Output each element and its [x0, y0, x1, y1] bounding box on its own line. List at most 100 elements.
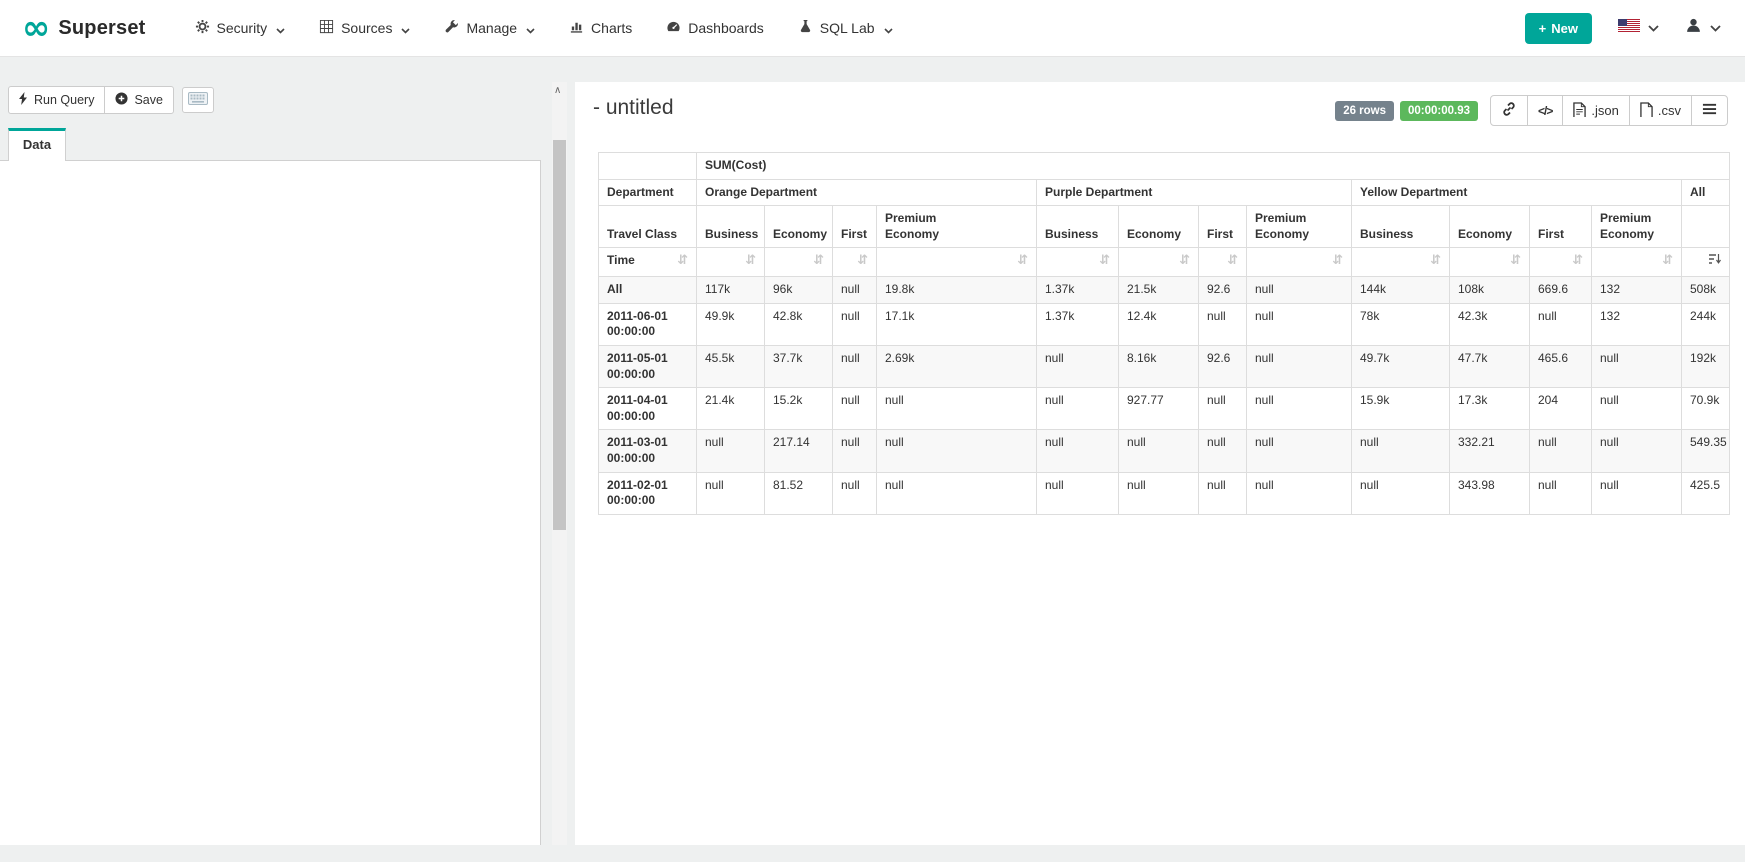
- data-cell: 1.37k: [1037, 303, 1119, 345]
- sort-icon[interactable]: ⇵: [677, 253, 688, 268]
- query-duration-badge: 00:00:00.93: [1400, 101, 1478, 121]
- sort-cell: ⇵: [1530, 248, 1592, 277]
- sort-icon[interactable]: ⇵: [1510, 253, 1521, 268]
- data-cell: null: [1199, 303, 1247, 345]
- nav-item-security[interactable]: Security: [178, 0, 303, 57]
- export-button-group: </> .json .csv: [1490, 95, 1728, 126]
- sort-icon[interactable]: ⇵: [1227, 253, 1238, 268]
- header-cell: PremiumEconomy: [1247, 206, 1352, 248]
- data-cell: null: [1037, 472, 1119, 514]
- data-cell: null: [1352, 430, 1450, 472]
- nav-item-sources[interactable]: Sources: [302, 0, 427, 57]
- navbar: ∞ Superset Security Sources Manage Chart…: [0, 0, 1745, 57]
- tab-data[interactable]: Data: [8, 128, 66, 161]
- json-file-icon: [1573, 102, 1586, 120]
- share-link-button[interactable]: [1490, 95, 1528, 126]
- sort-icon[interactable]: ⇵: [1332, 253, 1343, 268]
- export-csv-button[interactable]: .csv: [1629, 95, 1692, 126]
- data-cell: 70.9k: [1682, 388, 1730, 430]
- scrollbar-thumb[interactable]: [553, 140, 566, 530]
- control-panel: [0, 160, 541, 845]
- sort-cell: ⇵: [697, 248, 765, 277]
- sort-icon[interactable]: ⇵: [813, 253, 824, 268]
- data-cell: null: [1119, 472, 1199, 514]
- superset-logo[interactable]: ∞ Superset: [22, 14, 146, 42]
- header-cell: Travel Class: [599, 206, 697, 248]
- save-button[interactable]: Save: [104, 86, 174, 114]
- data-cell: 21.5k: [1119, 277, 1199, 304]
- chevron-down-icon: [1710, 19, 1721, 37]
- chart-title[interactable]: - untitled: [593, 96, 674, 120]
- user-menu[interactable]: [1685, 17, 1721, 39]
- data-cell: null: [1352, 472, 1450, 514]
- sort-icon[interactable]: ⇵: [745, 253, 756, 268]
- brand-name: Superset: [58, 17, 145, 40]
- header-cell: First: [1530, 206, 1592, 248]
- sort-cell: [1682, 248, 1730, 277]
- data-cell: null: [1592, 430, 1682, 472]
- data-cell: 1.37k: [1037, 277, 1119, 304]
- data-cell: 508k: [1682, 277, 1730, 304]
- nav-item-manage[interactable]: Manage: [427, 0, 552, 57]
- nav-item-dashboards[interactable]: Dashboards: [649, 0, 781, 57]
- data-cell: null: [833, 277, 877, 304]
- sort-amount-desc-icon[interactable]: [1708, 254, 1721, 269]
- sort-icon[interactable]: ⇵: [1662, 253, 1673, 268]
- csv-file-icon: [1640, 102, 1653, 120]
- wrench-icon: [444, 19, 459, 37]
- data-cell: null: [1592, 346, 1682, 388]
- corner-cell: [599, 153, 697, 180]
- nav-label: Manage: [466, 20, 517, 36]
- data-cell: null: [877, 430, 1037, 472]
- data-cell: 81.52: [765, 472, 833, 514]
- header-cell: Purple Department: [1037, 179, 1352, 206]
- header-cell: Business: [1352, 206, 1450, 248]
- nav-item-charts[interactable]: Charts: [552, 0, 649, 57]
- row-label-cell: 2011-05-01 00:00:00: [599, 346, 697, 388]
- view-query-button[interactable]: </>: [1527, 95, 1563, 126]
- header-cell: First: [833, 206, 877, 248]
- data-cell: null: [1247, 472, 1352, 514]
- run-query-button[interactable]: Run Query: [8, 86, 105, 114]
- keyboard-shortcuts-button[interactable]: [182, 87, 214, 113]
- data-cell: 21.4k: [697, 388, 765, 430]
- row-label-cell: 2011-04-01 00:00:00: [599, 388, 697, 430]
- sort-icon[interactable]: ⇵: [1179, 253, 1190, 268]
- csv-label: .csv: [1658, 103, 1681, 118]
- nav-label: Dashboards: [688, 20, 764, 36]
- data-cell: 45.5k: [697, 346, 765, 388]
- export-json-button[interactable]: .json: [1562, 95, 1629, 126]
- data-cell: 17.1k: [877, 303, 1037, 345]
- pivot-table: SUM(Cost)DepartmentOrange DepartmentPurp…: [598, 152, 1730, 515]
- chevron-down-icon: [401, 21, 410, 37]
- sort-icon[interactable]: ⇵: [1572, 253, 1583, 268]
- data-cell: 244k: [1682, 303, 1730, 345]
- metric-header-row: SUM(Cost): [599, 153, 1730, 180]
- data-cell: null: [833, 430, 877, 472]
- sort-icon[interactable]: ⇵: [1017, 253, 1028, 268]
- json-label: .json: [1591, 103, 1618, 118]
- new-button[interactable]: + New: [1525, 13, 1592, 44]
- chart-menu-button[interactable]: [1691, 95, 1728, 126]
- language-selector[interactable]: [1618, 19, 1659, 37]
- data-cell: 549.35: [1682, 430, 1730, 472]
- header-cell: Business: [1037, 206, 1119, 248]
- row-count-badge: 26 rows: [1335, 101, 1394, 121]
- data-cell: null: [1119, 430, 1199, 472]
- panel-scrollbar[interactable]: ∧: [552, 82, 567, 845]
- sort-icon[interactable]: ⇵: [1099, 253, 1110, 268]
- metric-header-cell: SUM(Cost): [697, 153, 1730, 180]
- sort-icon[interactable]: ⇵: [857, 253, 868, 268]
- data-cell: 42.8k: [765, 303, 833, 345]
- data-cell: 425.5: [1682, 472, 1730, 514]
- data-cell: null: [1037, 388, 1119, 430]
- sort-row: Time⇵⇵⇵⇵⇵⇵⇵⇵⇵⇵⇵⇵⇵: [599, 248, 1730, 277]
- nav-item-sql-lab[interactable]: SQL Lab: [781, 0, 910, 57]
- sort-icon[interactable]: ⇵: [1430, 253, 1441, 268]
- scroll-up-icon[interactable]: ∧: [554, 85, 561, 96]
- header-cell: Department: [599, 179, 697, 206]
- plus-circle-icon: [115, 92, 128, 108]
- sort-cell: ⇵: [1247, 248, 1352, 277]
- bar-chart-icon: [569, 19, 584, 37]
- sort-cell: ⇵: [1450, 248, 1530, 277]
